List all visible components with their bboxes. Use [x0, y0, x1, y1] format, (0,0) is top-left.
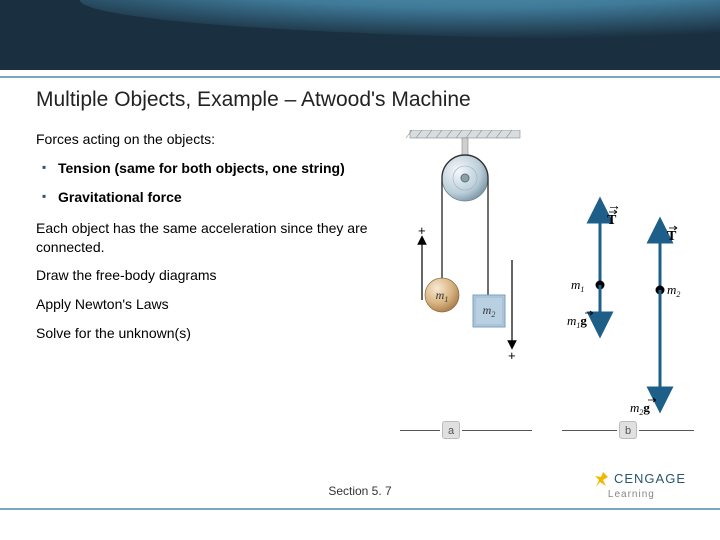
brand-logo: CENGAGE Learning: [594, 471, 686, 500]
svg-text:m1: m1: [571, 277, 584, 294]
svg-text:m1g: m1g: [567, 313, 587, 330]
step-text: Solve for the unknown(s): [36, 324, 396, 343]
bullet-list: Tension (same for both objects, one stri…: [36, 159, 396, 207]
figure-label-b: b: [619, 421, 637, 439]
header-accent-line: [0, 76, 720, 78]
svg-text:m2: m2: [667, 282, 680, 299]
svg-text:m2g: m2g: [630, 400, 650, 417]
slide-title: Multiple Objects, Example – Atwood's Mac…: [36, 88, 471, 112]
svg-text:T: T: [667, 229, 677, 244]
bullet-item: Gravitational force: [36, 188, 396, 207]
lead-text: Forces acting on the objects:: [36, 130, 396, 149]
svg-text:+: +: [508, 348, 516, 363]
svg-text:T: T: [607, 213, 617, 228]
step-text: Draw the free-body diagrams: [36, 266, 396, 285]
bullet-item: Tension (same for both objects, one stri…: [36, 159, 396, 178]
figure: m1 m2 + + → T: [400, 130, 700, 450]
header: [0, 0, 720, 78]
figure-divider: [562, 430, 617, 431]
atwood-diagram: m1 m2 + + → T: [400, 130, 700, 450]
footer-accent-line: [0, 508, 720, 510]
step-text: Apply Newton's Laws: [36, 295, 396, 314]
svg-text:+: +: [418, 223, 426, 238]
figure-label-a: a: [442, 421, 460, 439]
paragraph: Each object has the same acceleration si…: [36, 219, 396, 257]
figure-divider: [462, 430, 532, 431]
slide: Multiple Objects, Example – Atwood's Mac…: [0, 0, 720, 540]
brand-name: CENGAGE: [614, 471, 686, 486]
body-text: Forces acting on the objects: Tension (s…: [36, 130, 396, 353]
figure-divider: [639, 430, 694, 431]
brand-sub: Learning: [608, 489, 655, 500]
figure-divider: [400, 430, 440, 431]
star-icon: [594, 471, 612, 489]
